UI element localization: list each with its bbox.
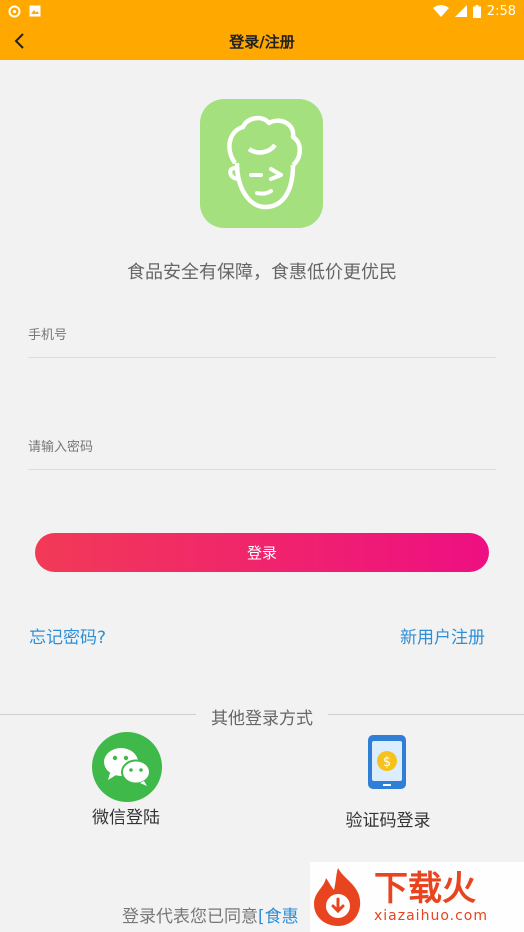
page-title: 登录/注册 bbox=[229, 32, 295, 51]
login-button[interactable]: 登录 bbox=[35, 533, 489, 572]
password-field bbox=[28, 426, 496, 470]
watermark-cn: 下载火 bbox=[374, 869, 476, 909]
top-bar: 登录/注册 bbox=[0, 22, 524, 60]
agreement-text: 登录代表您已同意[食惠 bbox=[122, 902, 299, 927]
phone-field bbox=[28, 314, 496, 358]
other-login-title: 其他登录方式 bbox=[196, 704, 328, 729]
boy-face-icon bbox=[226, 115, 302, 209]
password-input[interactable] bbox=[28, 426, 496, 469]
battery-icon bbox=[472, 4, 481, 18]
back-arrow-icon[interactable] bbox=[10, 31, 30, 51]
phone-code-icon[interactable]: $ bbox=[366, 734, 410, 792]
status-time: 2:58 bbox=[486, 3, 516, 19]
status-bar: 2:58 bbox=[0, 0, 524, 22]
watermark: 下载火 xiazaihuo.com bbox=[310, 862, 524, 932]
forgot-password-link[interactable]: 忘记密码? bbox=[29, 623, 106, 648]
watermark-en: xiazaihuo.com bbox=[374, 908, 488, 924]
register-link[interactable]: 新用户注册 bbox=[400, 623, 485, 648]
wechat-login-button[interactable] bbox=[92, 732, 162, 802]
flame-logo-icon bbox=[314, 868, 361, 926]
code-login-label[interactable]: 验证码登录 bbox=[333, 806, 443, 831]
slogan-text: 食品安全有保障，食惠低价更优民 bbox=[127, 262, 397, 283]
wifi-icon bbox=[432, 5, 449, 17]
svg-text:$: $ bbox=[383, 755, 391, 770]
wechat-login-label[interactable]: 微信登陆 bbox=[78, 803, 174, 828]
app-logo bbox=[200, 99, 323, 228]
phone-input[interactable] bbox=[28, 314, 496, 357]
agreement-prefix: 登录代表您已同意 bbox=[122, 907, 258, 927]
signal-icon bbox=[454, 5, 467, 17]
agreement-link[interactable]: [食惠 bbox=[258, 907, 299, 927]
image-icon bbox=[29, 5, 41, 17]
sync-icon bbox=[8, 5, 21, 17]
wechat-icon bbox=[104, 748, 151, 786]
